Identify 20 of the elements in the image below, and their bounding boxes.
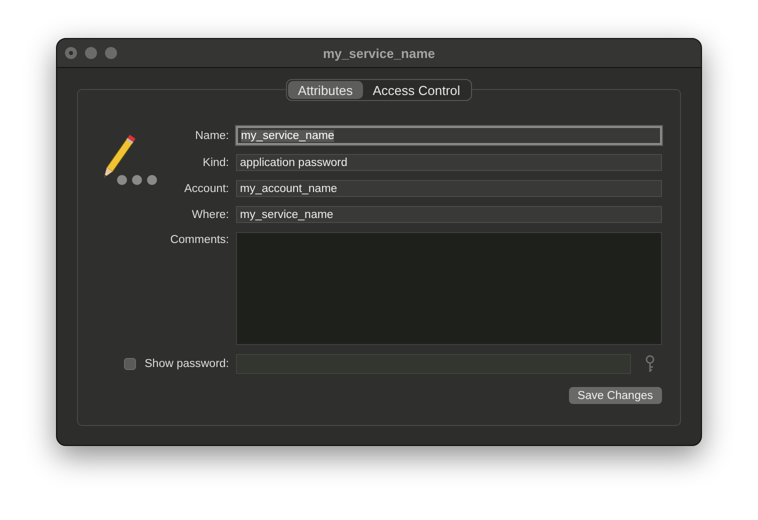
field-label: Name: [194,130,229,142]
checkbox[interactable] [124,358,136,370]
text-field[interactable]: my_account_name [236,180,662,197]
zoom-icon[interactable] [105,47,117,59]
text-field[interactable]: application password [236,154,662,171]
field-label: Where: [190,208,229,220]
text-field[interactable]: my_service_name [236,206,662,223]
key-icon[interactable] [645,355,655,373]
tab[interactable]: Attributes [288,81,363,99]
minimize-icon[interactable] [85,47,97,59]
field-label: Comments: [169,234,229,246]
field-label: Account: [183,182,229,194]
tab[interactable]: Access Control [362,81,470,99]
window-title: my_service_name [322,46,436,60]
field-label: Kind: [202,156,229,168]
text-field[interactable]: my_service_name [236,126,662,145]
comments-field[interactable] [236,232,662,345]
save-button[interactable]: Save Changes [568,387,662,404]
checkbox-label: Show password: [144,358,229,370]
close-icon[interactable] [65,47,77,59]
